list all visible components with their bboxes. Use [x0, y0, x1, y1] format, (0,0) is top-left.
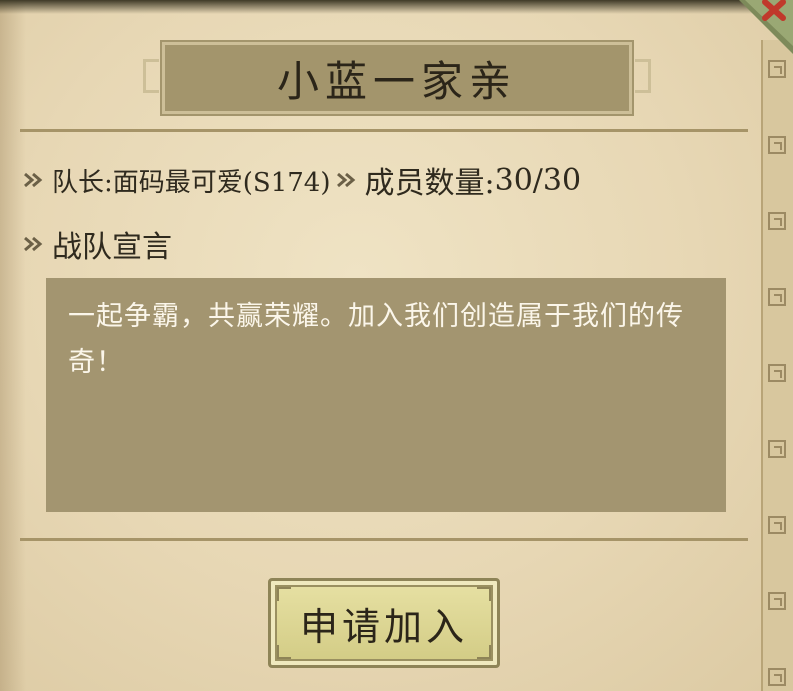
right-ornament-border	[761, 40, 793, 691]
team-info-panel: 小蓝一家亲 队长: 面码最可爱(S174) 成员数量: 30/30 战队宣言 一…	[0, 0, 793, 691]
double-chevron-icon	[24, 172, 43, 188]
close-x-icon[interactable]	[731, 0, 793, 54]
declaration-text: 一起争霸，共赢荣耀。加入我们创造属于我们的传奇！	[68, 301, 684, 378]
team-name: 小蓝一家亲	[276, 56, 517, 106]
fret-ornament	[768, 288, 786, 306]
fret-ornament	[768, 212, 786, 230]
divider-top	[20, 129, 748, 132]
members-count: 30/30	[494, 162, 582, 198]
double-chevron-icon	[24, 236, 43, 252]
fret-ornament	[768, 516, 786, 534]
declaration-heading: 战队宣言	[52, 230, 172, 265]
apply-join-label[interactable]: 申请加入	[271, 581, 497, 665]
plate-ornament	[635, 59, 651, 93]
apply-join-button[interactable]: 申请加入	[268, 578, 500, 668]
fret-ornament	[768, 668, 786, 686]
team-name-plate: 小蓝一家亲	[143, 42, 651, 114]
plate-ornament	[143, 59, 159, 93]
leader-name: 面码最可爱(S174)	[112, 167, 331, 198]
top-shadow	[0, 0, 793, 14]
double-chevron-icon	[336, 172, 355, 188]
divider-bottom	[20, 538, 748, 541]
members-label: 成员数量:	[364, 166, 495, 201]
close-button[interactable]	[731, 0, 793, 54]
declaration-box: 一起争霸，共赢荣耀。加入我们创造属于我们的传奇！	[46, 278, 726, 512]
fret-ornament	[768, 136, 786, 154]
declaration-heading-row: 战队宣言	[22, 222, 172, 266]
fret-ornament	[768, 592, 786, 610]
team-info-row: 队长: 面码最可爱(S174) 成员数量: 30/30	[22, 158, 581, 202]
fret-ornament	[768, 60, 786, 78]
fret-ornament	[768, 364, 786, 382]
leader-label: 队长:	[52, 167, 113, 198]
fret-ornament	[768, 440, 786, 458]
